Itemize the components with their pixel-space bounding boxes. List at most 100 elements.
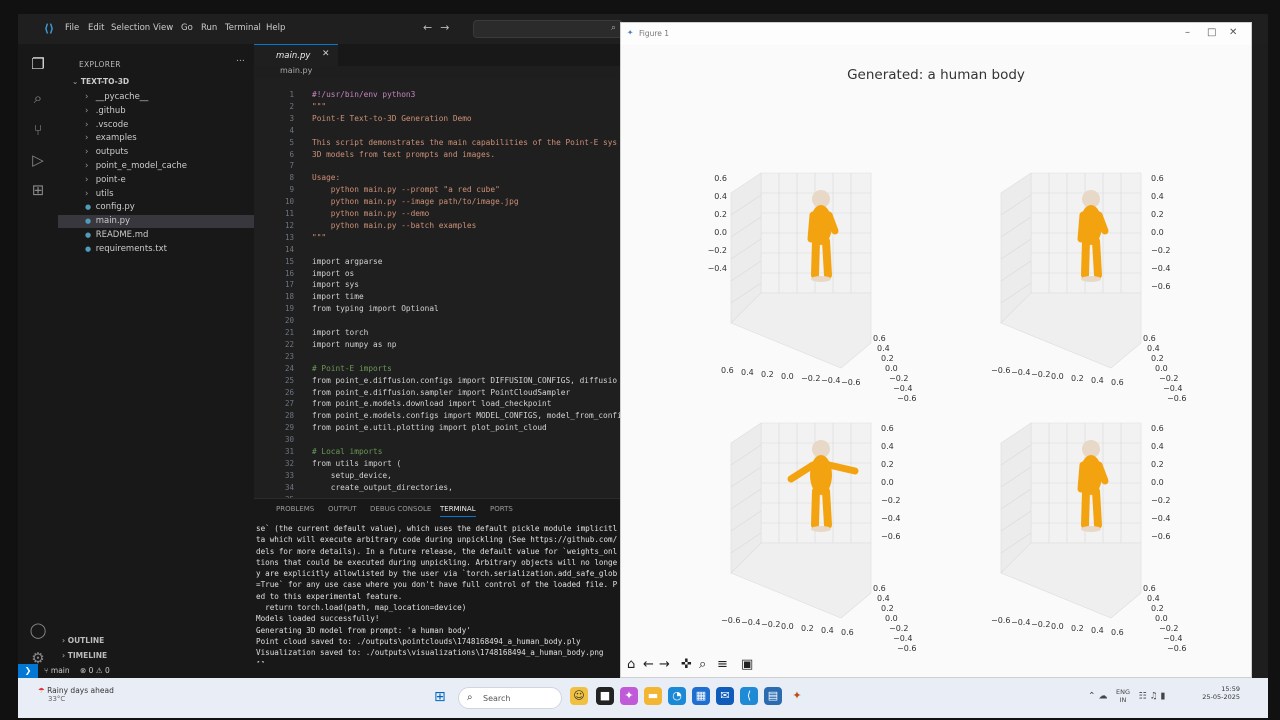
forward-icon[interactable]: →: [659, 657, 670, 672]
weather-widget[interactable]: ☂ Rainy days ahead 33°C: [38, 686, 114, 703]
tree-folder[interactable]: › outputs: [85, 146, 128, 159]
clock[interactable]: 15:59 25-05-2025: [1198, 685, 1240, 701]
timeline-section[interactable]: › TIMELINE: [62, 651, 107, 660]
outline-section[interactable]: › OUTLINE: [62, 636, 104, 645]
tab-problems[interactable]: PROBLEMS: [276, 505, 314, 513]
tree-item-label: requirements.txt: [95, 243, 167, 254]
tree-folder[interactable]: › .vscode: [85, 119, 128, 132]
menu-help[interactable]: Help: [266, 23, 285, 33]
source-control-icon[interactable]: ⑂: [28, 120, 48, 140]
account-icon[interactable]: ◯: [28, 620, 48, 640]
start-button[interactable]: ⊞: [434, 689, 446, 705]
line-number: 13: [284, 232, 294, 242]
pan-icon[interactable]: ✜: [681, 657, 692, 672]
task-view-icon[interactable]: ■: [596, 687, 614, 705]
more-actions-icon[interactable]: ⋯: [236, 56, 245, 66]
widgets-icon[interactable]: ☺: [570, 687, 588, 705]
tree-file[interactable]: ● requirements.txt: [85, 243, 167, 256]
file-icon: ●: [85, 203, 92, 212]
axes3d-subplot[interactable]: 0.60.40.20.0−0.2−0.40.6 0.4 0.2 0.0 −0.2 −0.4…: [708, 172, 917, 403]
file-explorer-icon[interactable]: ▬: [644, 687, 662, 705]
line-number: 28: [284, 411, 294, 421]
tab-ports[interactable]: PORTS: [490, 505, 513, 513]
tree-file[interactable]: ● main.py: [58, 215, 254, 229]
outlook-icon[interactable]: ✉: [716, 687, 734, 705]
tree-folder[interactable]: › point_e_model_cache: [85, 160, 187, 173]
store-icon[interactable]: ▦: [692, 687, 710, 705]
line-number: 6: [289, 149, 294, 159]
axes3d-subplot[interactable]: 0.60.40.20.0−0.2−0.4−0.6−0.6 −0.4 −0.2 0.0 0…: [991, 422, 1186, 653]
chevron-right-icon: ›: [85, 133, 89, 144]
tree-file[interactable]: ● config.py: [85, 201, 135, 214]
code-line: import torch: [312, 328, 369, 337]
y-tick-label: −0.6: [1167, 644, 1186, 653]
arm-points: [1077, 211, 1087, 243]
code-editor[interactable]: 1 #!/usr/bin/env python3 2 """ 3 Point-E Text…: [254, 78, 620, 498]
menu-selection[interactable]: Selection: [111, 23, 150, 33]
menu-view[interactable]: View: [153, 23, 173, 33]
x-tick-label: −0.4: [1011, 618, 1030, 627]
menu-terminal[interactable]: Terminal: [225, 23, 261, 33]
tree-folder[interactable]: › __pycache__: [85, 91, 148, 104]
extensions-icon[interactable]: ⊞: [28, 180, 48, 200]
save-icon[interactable]: ▣: [741, 657, 753, 672]
feet-points: [1081, 276, 1101, 282]
remote-indicator-icon[interactable]: ❯: [18, 664, 38, 678]
terminal-line: y are explicitly allowlisted by the user…: [256, 569, 618, 579]
code-line: from point_e.models.configs import MODEL…: [312, 411, 620, 421]
tree-folder[interactable]: › point-e: [85, 174, 126, 187]
plots-canvas[interactable]: 0.60.40.20.0−0.2−0.40.6 0.4 0.2 0.0 −0.2 −0.4…: [621, 23, 1251, 653]
problems-status[interactable]: ⊗ 0 ⚠ 0: [80, 666, 110, 675]
tree-folder[interactable]: › utils: [85, 188, 114, 201]
tree-folder[interactable]: › .github: [85, 105, 126, 118]
terminal-line: Generating 3D model from prompt: 'a huma…: [256, 625, 471, 635]
axes3d-subplot[interactable]: 0.60.40.20.0−0.2−0.4−0.6−0.6 −0.4 −0.2 0.0 0…: [721, 422, 916, 653]
windows-taskbar: ☂ Rainy days ahead 33°C ⊞ ⌕ Search ☺ ■ ✦…: [18, 678, 1268, 718]
menu-run[interactable]: Run: [201, 23, 217, 33]
vscode-taskbar-icon[interactable]: ⟨: [740, 687, 758, 705]
y-tick-label: 0.0: [885, 614, 898, 623]
command-center[interactable]: ⌕: [473, 20, 623, 38]
tab-terminal[interactable]: TERMINAL: [440, 505, 476, 517]
code-line: python main.py --prompt "a red cube": [312, 185, 500, 195]
line-number: 34: [284, 482, 294, 492]
system-tray[interactable]: ⌃ ☁ ENG IN ☷ ♫ ▮: [1088, 688, 1165, 704]
home-icon[interactable]: ⌂: [627, 657, 635, 672]
nav-arrows-icon[interactable]: ←→: [423, 21, 457, 34]
zoom-icon[interactable]: ⌕: [699, 657, 706, 672]
breadcrumb[interactable]: main.py: [280, 66, 312, 75]
back-icon[interactable]: ←: [643, 657, 654, 672]
close-tab-icon[interactable]: ✕: [322, 49, 330, 59]
z-tick-label: −0.6: [1151, 282, 1170, 291]
branch-status[interactable]: ⑂ main: [44, 666, 70, 675]
x-tick-label: −0.6: [991, 616, 1010, 625]
chevron-right-icon: ›: [85, 147, 89, 158]
tree-item-label: outputs: [95, 147, 129, 158]
taskbar-search[interactable]: ⌕ Search: [458, 687, 562, 709]
menu-file[interactable]: File: [65, 23, 79, 33]
explorer-icon[interactable]: ❐: [28, 54, 48, 74]
x-tick-label: 0.6: [1111, 628, 1124, 637]
search-icon[interactable]: ⌕: [28, 88, 48, 108]
tab-debug-console[interactable]: DEBUG CONSOLE: [370, 505, 431, 513]
chevron-right-icon: ›: [85, 119, 89, 130]
y-tick-label: 0.6: [873, 334, 886, 343]
menu-go[interactable]: Go: [181, 23, 193, 33]
z-tick-label: 0.6: [1151, 174, 1164, 183]
tree-item-label: examples: [95, 133, 137, 144]
python-figure-taskbar-icon[interactable]: ✦: [788, 687, 806, 705]
tree-folder[interactable]: › examples: [85, 132, 137, 145]
code-line: Point-E Text-to-3D Generation Demo: [312, 113, 472, 123]
tab-output[interactable]: OUTPUT: [328, 505, 357, 513]
z-tick-label: 0.0: [881, 478, 894, 487]
axes3d-subplot[interactable]: 0.60.40.20.0−0.2−0.4−0.6−0.6 −0.4 −0.2 0.0 0…: [991, 172, 1186, 403]
run-debug-icon[interactable]: ▷: [28, 150, 48, 170]
tree-file[interactable]: ● README.md: [85, 229, 148, 242]
project-root-folder[interactable]: ⌄ TEXT-TO-3D: [72, 77, 129, 86]
terminal-output[interactable]: se` (the current default value), which u…: [256, 523, 620, 663]
menu-edit[interactable]: Edit: [88, 23, 104, 33]
terminal-taskbar-icon[interactable]: ▤: [764, 687, 782, 705]
edge-icon[interactable]: ◔: [668, 687, 686, 705]
configure-icon[interactable]: ≡: [717, 657, 728, 672]
copilot-icon[interactable]: ✦: [620, 687, 638, 705]
